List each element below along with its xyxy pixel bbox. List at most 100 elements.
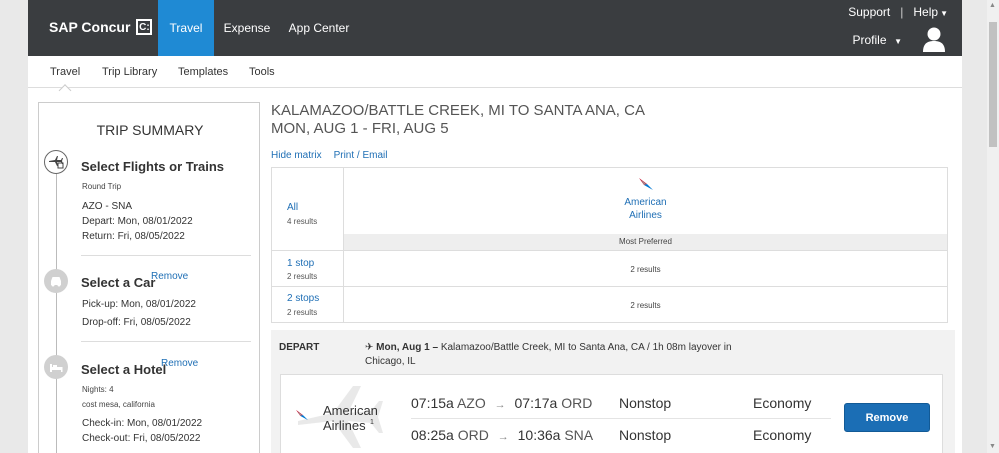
segment-times: 08:25a ORD → 10:36a SNA (411, 427, 619, 443)
matrix-row-divider (272, 250, 947, 251)
segment-arrive-time: 10:36a (517, 427, 561, 443)
matrix-row-divider (272, 286, 947, 287)
flight-airline: American Airlines (323, 403, 403, 433)
american-airlines-logo-icon (296, 409, 308, 421)
route-dates: MON, AUG 1 - FRI, AUG 5 (271, 120, 449, 137)
profile-menu[interactable]: Profile ▼ (853, 33, 903, 47)
sap-concur-logo[interactable]: SAP Concur C: (49, 19, 153, 35)
trip-type: Round Trip (82, 182, 122, 191)
arrow-right-icon: → (497, 431, 509, 443)
segment-stops: Nonstop (619, 427, 672, 443)
car-dropoff-date: Drop-off: Fri, 08/05/2022 (82, 317, 191, 328)
help-label: Help (913, 5, 939, 19)
utility-links: Support | Help ▼ (848, 5, 948, 19)
help-menu[interactable]: Help ▼ (913, 5, 948, 19)
segment-arrive-airport: ORD (561, 395, 593, 411)
hotel-location: cost mesa, california (82, 400, 155, 409)
hotel-checkin-date: Check-in: Mon, 08/01/2022 (82, 418, 203, 429)
matrix-1-stop-link[interactable]: 1 stop (287, 258, 314, 269)
hotel-nights: Nights: 4 (82, 385, 114, 394)
travel-subnav: Travel Trip Library Templates Tools (28, 56, 962, 88)
hotel-icon (44, 355, 68, 379)
print-email-link[interactable]: Print / Email (334, 150, 388, 161)
top-header: SAP Concur C: Travel Expense App Center … (28, 0, 962, 56)
car-icon (44, 269, 68, 293)
depart-info: ✈ Mon, Aug 1 – Kalamazoo/Battle Creek, M… (365, 341, 765, 369)
app-window: SAP Concur C: Travel Expense App Center … (28, 0, 962, 453)
american-airlines-logo-icon (639, 178, 653, 190)
depart-dash: – (432, 342, 439, 353)
trip-summary-title: TRIP SUMMARY (96, 122, 204, 138)
separator: | (900, 5, 904, 19)
trip-summary-panel: TRIP SUMMARY Select Flights or Trains Ro… (38, 102, 260, 453)
timeline-line (56, 165, 57, 453)
nav-expense[interactable]: Expense (222, 0, 272, 56)
arrow-right-icon: → (494, 399, 506, 411)
segment-depart-airport: ORD (457, 427, 489, 443)
flight-return-date: Return: Fri, 08/05/2022 (82, 231, 185, 242)
segment-depart-time: 08:25a (411, 427, 454, 443)
subtab-templates[interactable]: Templates (178, 66, 228, 78)
divider (81, 341, 251, 342)
user-avatar-icon[interactable] (922, 26, 946, 52)
step-hotel-title: Select a Hotel (81, 362, 167, 377)
subtab-travel[interactable]: Travel (50, 66, 80, 78)
scroll-down-icon[interactable]: ▼ (989, 443, 996, 450)
segment-divider (411, 418, 831, 419)
step-car-title: Select a Car (81, 275, 156, 290)
scrollbar-thumb[interactable] (989, 22, 997, 147)
matrix-links: Hide matrix Print / Email (271, 150, 387, 161)
segment-times: 07:15a AZO → 07:17a ORD (411, 395, 619, 411)
flight-train-icon (44, 150, 68, 174)
route-heading: KALAMAZOO/BATTLE CREEK, MI TO SANTA ANA,… (271, 102, 645, 138)
flight-segment: 08:25a ORD → 10:36a SNA Nonstop Economy (411, 427, 811, 443)
depart-label: DEPART (279, 342, 320, 353)
route-cities: KALAMAZOO/BATTLE CREEK, MI TO SANTA ANA,… (271, 102, 645, 119)
flight-depart-date: Depart: Mon, 08/01/2022 (82, 216, 193, 227)
segment-depart-time: 07:15a (411, 395, 454, 411)
segment-stops: Nonstop (619, 395, 672, 411)
matrix-airline-name: American Airlines (344, 196, 947, 222)
matrix-2-stops-link[interactable]: 2 stops (287, 293, 319, 304)
matrix-1-stop-result[interactable]: 2 results (344, 265, 947, 274)
matrix-1-stop-count: 2 results (287, 272, 318, 281)
flight-segment: 07:15a AZO → 07:17a ORD Nonstop Economy (411, 395, 811, 411)
remove-flight-button[interactable]: Remove (844, 403, 930, 432)
scroll-up-icon[interactable]: ▲ (989, 2, 996, 9)
hide-matrix-link[interactable]: Hide matrix (271, 150, 322, 161)
airline-footnote: 1 (370, 419, 374, 426)
segment-depart-airport: AZO (456, 395, 486, 411)
airline-name-text: American Airlines (624, 197, 667, 221)
profile-label: Profile (852, 33, 887, 47)
hotel-checkout-date: Check-out: Fri, 08/05/2022 (82, 433, 201, 444)
segment-arrive-airport: SNA (564, 427, 594, 443)
subtab-tools[interactable]: Tools (249, 66, 275, 78)
plane-icon: ✈ (365, 342, 374, 353)
most-preferred-label: Most Preferred (344, 234, 947, 250)
matrix-all-link[interactable]: All (287, 202, 298, 213)
logo-mark: C: (136, 19, 153, 35)
vertical-scrollbar[interactable]: ▲ ▼ (987, 0, 999, 453)
car-pickup-date: Pick-up: Mon, 08/01/2022 (82, 299, 196, 310)
subtab-trip-library[interactable]: Trip Library (102, 66, 157, 78)
segment-cabin: Economy (753, 427, 812, 443)
flight-route: AZO - SNA (82, 201, 133, 212)
selected-flight-card: American Airlines 1 07:15a AZO → 07:17a … (280, 374, 943, 453)
segment-cabin: Economy (753, 395, 812, 411)
depart-date: Mon, Aug 1 (376, 342, 430, 353)
caret-down-icon: ▼ (891, 37, 902, 46)
depart-section: DEPART ✈ Mon, Aug 1 – Kalamazoo/Battle C… (271, 330, 955, 453)
nav-app-center[interactable]: App Center (286, 0, 352, 56)
support-link[interactable]: Support (848, 5, 890, 19)
remove-car-link[interactable]: Remove (151, 271, 188, 282)
logo-text: SAP Concur (49, 19, 131, 35)
remove-hotel-link[interactable]: Remove (161, 358, 198, 369)
caret-down-icon: ▼ (940, 9, 948, 18)
nav-travel[interactable]: Travel (158, 0, 214, 56)
matrix-2-stops-result[interactable]: 2 results (344, 301, 947, 310)
results-matrix: All 4 results American Airlines Most Pre… (271, 167, 948, 323)
matrix-airline-header[interactable]: American Airlines (344, 168, 947, 234)
segment-arrive-time: 07:17a (514, 395, 558, 411)
matrix-2-stops-count: 2 results (287, 308, 318, 317)
divider (81, 255, 251, 256)
